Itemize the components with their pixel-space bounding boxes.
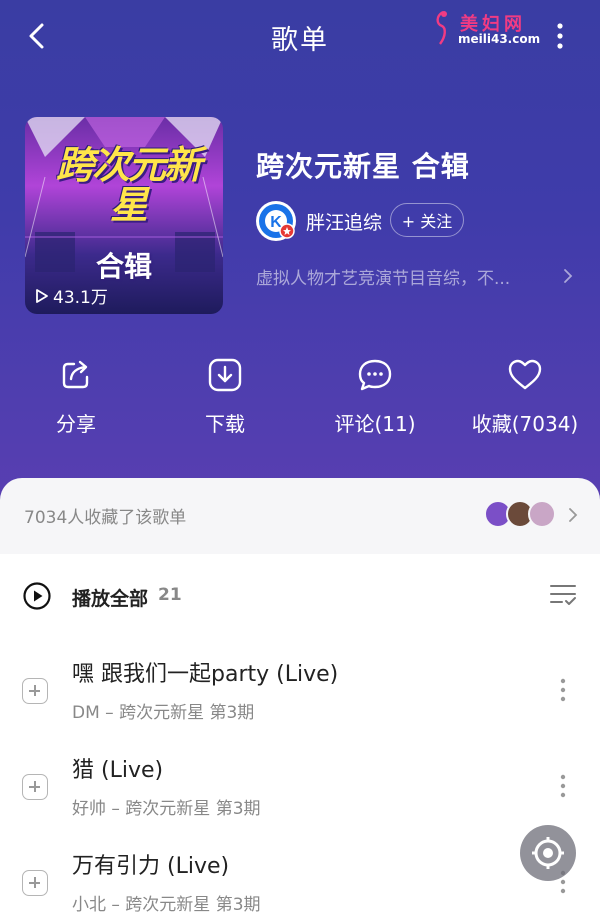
playlist-description[interactable]: 虚拟人物才艺竞演节目音综，不... — [256, 264, 556, 289]
watermark-logo-icon — [436, 10, 447, 45]
add-icon[interactable] — [22, 678, 48, 704]
list-item[interactable]: 猎 (Live) 好帅 – 跨次元新星 第3期 — [0, 740, 600, 836]
song-title: 万有引力 (Live) — [72, 854, 230, 879]
playlist-cover[interactable]: 跨次元新星 合辑 43.1万 — [25, 117, 223, 314]
more-vertical-icon[interactable] — [555, 676, 571, 704]
download-action[interactable]: 下载 — [165, 356, 285, 437]
comment-icon — [358, 359, 392, 391]
collectors-text: 7034人收藏了该歌单 — [24, 508, 187, 528]
more-vertical-icon — [557, 23, 563, 49]
more-vertical-icon[interactable] — [555, 772, 571, 800]
target-icon — [532, 837, 564, 869]
share-label: 分享 — [56, 412, 96, 436]
cover-subtitle: 合辑 — [95, 250, 152, 283]
floating-assist-button[interactable] — [520, 825, 576, 881]
play-count-value: 43.1万 — [53, 288, 108, 308]
heart-icon — [508, 359, 542, 390]
watermark: 美妇网 meili43.com — [430, 8, 560, 52]
watermark-url: meili43.com — [458, 32, 541, 46]
list-item[interactable]: 万有引力 (Live) 小北 – 跨次元新星 第3期 — [0, 836, 600, 920]
play-count: 43.1万 — [35, 283, 108, 308]
download-icon — [208, 358, 242, 392]
play-triangle-icon — [36, 288, 48, 303]
playlist-name: 跨次元新星 合辑 — [256, 150, 470, 183]
comment-label: 评论(11) — [334, 412, 416, 436]
song-subtitle: DM – 跨次元新星 第3期 — [72, 703, 255, 723]
play-all-button[interactable]: 播放全部 — [72, 584, 148, 611]
chevron-right-icon — [569, 508, 578, 522]
song-title: 嘿 跟我们一起party (Live) — [72, 662, 339, 687]
favorite-label: 收藏(7034) — [471, 412, 579, 436]
song-count: 21 — [158, 585, 182, 605]
add-icon[interactable] — [22, 774, 48, 800]
song-title: 猎 (Live) — [72, 758, 164, 783]
list-item[interactable]: 嘿 跟我们一起party (Live) DM – 跨次元新星 第3期 — [0, 644, 600, 740]
follow-button[interactable]: + 关注 — [390, 203, 464, 237]
collectors-bar[interactable]: 7034人收藏了该歌单 — [0, 478, 600, 558]
favorite-action[interactable]: 收藏(7034) — [465, 356, 585, 437]
creator-k-logo-icon: K — [259, 204, 295, 239]
collector-avatars — [484, 500, 556, 530]
download-label: 下载 — [205, 412, 245, 436]
more-options-button[interactable] — [552, 20, 568, 52]
creator-name[interactable]: 胖汪追综 — [306, 208, 382, 235]
song-list: 播放全部 21 嘿 跟我们一起party (Live) DM – 跨次元新星 第… — [0, 554, 600, 920]
cover-title: 跨次元新星 — [55, 143, 202, 227]
creator-avatar[interactable]: K — [256, 201, 296, 241]
share-icon — [62, 360, 89, 389]
play-all-icon[interactable] — [22, 581, 52, 611]
share-action[interactable]: 分享 — [16, 356, 136, 437]
collector-avatar — [528, 500, 556, 528]
song-subtitle: 好帅 – 跨次元新星 第3期 — [72, 799, 261, 819]
add-icon[interactable] — [22, 870, 48, 896]
multi-select-icon[interactable] — [548, 582, 578, 608]
chevron-right-icon[interactable] — [562, 266, 574, 286]
song-subtitle: 小北 – 跨次元新星 第3期 — [72, 895, 261, 915]
comment-action[interactable]: 评论(11) — [315, 356, 435, 437]
